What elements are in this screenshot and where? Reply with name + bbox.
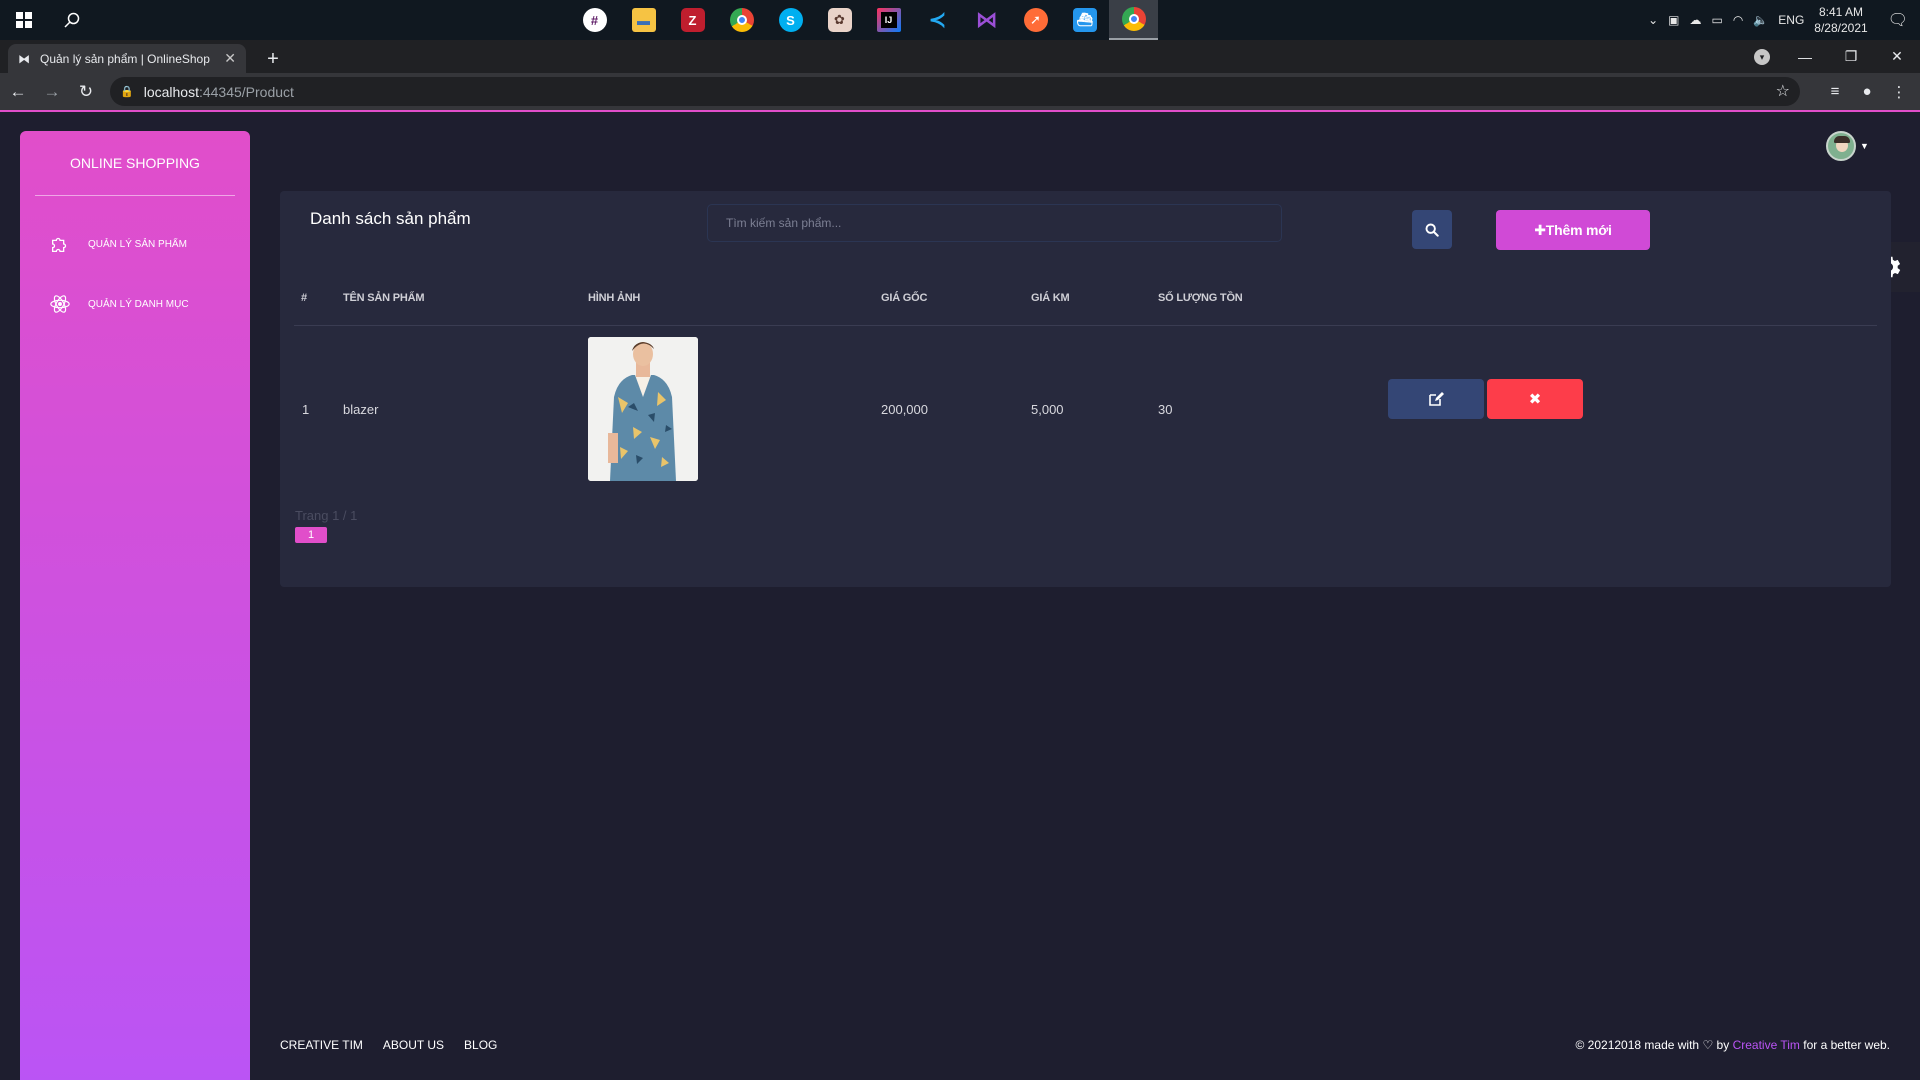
chrome-icon[interactable]	[717, 0, 766, 40]
sidebar: ONLINE SHOPPING QUẢN LÝ SẢN PHẨM QUẢN LÝ…	[20, 131, 250, 1080]
footer-link-about-us[interactable]: ABOUT US	[383, 1038, 444, 1052]
avatar	[1826, 131, 1856, 161]
forward-icon[interactable]: →	[36, 76, 68, 108]
visual-studio-icon[interactable]: ⋈	[962, 0, 1011, 40]
copyright-suffix: for a better web.	[1803, 1038, 1890, 1052]
sidebar-item-categories[interactable]: QUẢN LÝ DANH MỤC	[48, 289, 238, 319]
user-menu[interactable]: ▼	[1826, 131, 1869, 161]
copyright-text: © 20212018 made with	[1575, 1038, 1700, 1052]
heart-icon: ♡	[1702, 1038, 1714, 1052]
table-header: # TÊN SẢN PHẨM HÌNH ẢNH GIÁ GỐC GIÁ KM S…	[294, 292, 1877, 326]
windows-start-icon[interactable]	[0, 0, 48, 40]
notifications-icon[interactable]: 🗨	[1888, 10, 1908, 30]
row-price: 200,000	[881, 402, 928, 417]
atom-icon	[48, 292, 72, 316]
table-row: 1 blazer 200,000 5,000 30 ✖	[294, 326, 1877, 481]
row-index: 1	[302, 402, 310, 417]
footer-link-blog[interactable]: BLOG	[464, 1038, 497, 1052]
col-stock: SỐ LƯỢNG TỒN	[1158, 292, 1243, 304]
sidebar-item-products[interactable]: QUẢN LÝ SẢN PHẨM	[48, 229, 238, 259]
wifi-icon[interactable]: ◠	[1733, 13, 1743, 27]
close-tab-icon[interactable]: ✕	[224, 50, 236, 67]
profile-icon[interactable]: ●	[1854, 77, 1880, 106]
search-button[interactable]	[1412, 210, 1452, 249]
search-icon[interactable]	[48, 0, 96, 40]
row-sale-price: 5,000	[1031, 402, 1064, 417]
onedrive-icon[interactable]: ☁	[1690, 13, 1702, 27]
caret-down-icon: ▼	[1860, 141, 1869, 151]
battery-icon[interactable]: ▭	[1712, 13, 1723, 27]
reading-list-icon[interactable]: ≡	[1822, 77, 1848, 106]
bookmark-star-icon[interactable]: ☆	[1776, 81, 1790, 101]
footer-copyright: © 20212018 made with ♡ by Creative Tim f…	[1576, 1038, 1891, 1052]
search-icon	[1425, 223, 1439, 237]
skype-icon[interactable]: S	[766, 0, 815, 40]
col-price: GIÁ GỐC	[881, 292, 928, 304]
product-image	[588, 337, 698, 481]
sidebar-item-label: QUẢN LÝ DANH MỤC	[88, 298, 189, 310]
clock-date: 8/28/2021	[1814, 21, 1868, 35]
url-host: localhost	[143, 83, 199, 100]
page-button[interactable]: 1	[295, 527, 327, 543]
restore-icon[interactable]: ❐	[1828, 40, 1874, 73]
chevron-up-icon[interactable]: ⌄	[1648, 13, 1658, 27]
tab-title: Quản lý sản phẩm | OnlineShop	[40, 51, 210, 66]
clock-time: 8:41 AM	[1818, 5, 1863, 19]
postman-icon[interactable]: ➚	[1011, 0, 1060, 40]
page: ONLINE SHOPPING QUẢN LÝ SẢN PHẨM QUẢN LÝ…	[0, 112, 1920, 1080]
slack-icon[interactable]: #	[570, 0, 619, 40]
pager-text: Trang 1 / 1	[295, 508, 358, 523]
delete-button[interactable]: ✖	[1487, 379, 1583, 419]
browser-tab[interactable]: ⧓ Quản lý sản phẩm | OnlineShop ✕	[8, 44, 246, 73]
search-input[interactable]	[707, 204, 1282, 242]
windows-taskbar: # ▬ Z S ✿ IJ ≺ ⋈ ➚ ⛴ ⌄ ▣ ☁ ▭ ◠ 🔈 ENG 8:4…	[0, 0, 1920, 40]
col-image: HÌNH ẢNH	[588, 292, 641, 304]
reload-icon[interactable]: ↻	[70, 76, 102, 108]
docker-icon[interactable]: ⛴	[1060, 0, 1109, 40]
browser-tabbar: ⧓ Quản lý sản phẩm | OnlineShop ✕ + ▾ — …	[0, 40, 1920, 73]
tab-search-icon[interactable]: ▾	[1754, 49, 1770, 65]
intellij-icon[interactable]: IJ	[864, 0, 913, 40]
system-tray: ⌄ ▣ ☁ ▭ ◠ 🔈 ENG 8:41 AM 8/28/2021 🗨	[1648, 0, 1920, 40]
row-name: blazer	[343, 402, 379, 417]
close-icon: ✖	[1528, 391, 1542, 408]
anime-app-icon[interactable]: ✿	[815, 0, 864, 40]
add-new-button[interactable]: ✚Thêm mới	[1496, 210, 1650, 250]
close-window-icon[interactable]: ✕	[1874, 40, 1920, 73]
footer-links: CREATIVE TIM ABOUT US BLOG	[280, 1038, 497, 1052]
edit-button[interactable]	[1388, 379, 1484, 419]
chrome-active-icon[interactable]	[1109, 0, 1158, 40]
footer-link-creative-tim[interactable]: CREATIVE TIM	[280, 1038, 363, 1052]
back-icon[interactable]: ←	[2, 76, 34, 108]
vscode-icon[interactable]: ≺	[913, 0, 962, 40]
url-path: :44345/Product	[198, 83, 294, 100]
edit-icon	[1429, 392, 1444, 406]
lock-icon: 🔒	[120, 86, 134, 98]
sidebar-item-label: QUẢN LÝ SẢN PHẨM	[88, 238, 187, 250]
file-explorer-icon[interactable]: ▬	[619, 0, 668, 40]
minimize-icon[interactable]: —	[1782, 40, 1828, 73]
favicon-icon: ⧓	[18, 51, 30, 66]
sidebar-divider	[35, 195, 235, 196]
col-index: #	[301, 292, 307, 304]
row-stock: 30	[1158, 402, 1173, 417]
more-menu-icon[interactable]: ⋮	[1886, 77, 1912, 106]
product-card: Danh sách sản phẩm ✚Thêm mới # TÊN SẢN P…	[280, 191, 1891, 587]
new-tab-button[interactable]: +	[260, 46, 286, 72]
copyright-by: by	[1716, 1038, 1730, 1052]
clock[interactable]: 8:41 AM 8/28/2021	[1814, 4, 1867, 36]
address-bar[interactable]: 🔒 localhost :44345/Product ☆	[110, 77, 1800, 106]
browser-toolbar: ← → ↻ 🔒 localhost :44345/Product ☆ ≡ ● ⋮	[0, 73, 1920, 110]
brand-title[interactable]: ONLINE SHOPPING	[20, 155, 250, 171]
creative-tim-link[interactable]: Creative Tim	[1733, 1038, 1800, 1052]
volume-icon[interactable]: 🔈	[1753, 13, 1768, 27]
page-title: Danh sách sản phẩm	[310, 209, 471, 228]
col-sale-price: GIÁ KM	[1031, 292, 1070, 304]
language-indicator[interactable]: ENG	[1778, 13, 1804, 27]
col-name: TÊN SẢN PHẨM	[343, 292, 425, 304]
puzzle-icon	[48, 232, 72, 256]
filezilla-icon[interactable]: Z	[668, 0, 717, 40]
usb-icon[interactable]: ▣	[1668, 13, 1679, 27]
